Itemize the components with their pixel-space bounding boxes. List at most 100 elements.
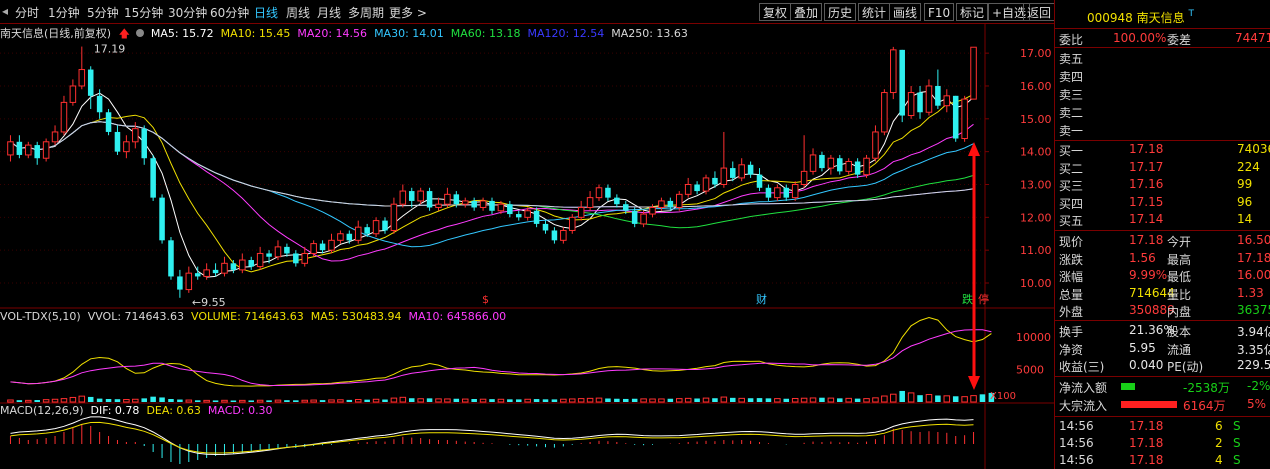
candle-body-0 bbox=[7, 141, 14, 156]
draw-line-button[interactable]: 画线 bbox=[889, 3, 922, 21]
flow-pct-0: -2% bbox=[1247, 379, 1270, 393]
candle-body-27 bbox=[248, 260, 254, 267]
tab-more[interactable]: 更多 > bbox=[389, 4, 427, 21]
volume-bar-80 bbox=[720, 396, 728, 403]
volume-bar-102 bbox=[917, 395, 923, 402]
tab-period-9[interactable]: 多周期 bbox=[348, 4, 384, 21]
quote-label-3a: 总量 bbox=[1059, 287, 1084, 302]
stat-label-1b: 流通 bbox=[1167, 342, 1192, 357]
volume-bar-85 bbox=[765, 398, 772, 402]
quote-value-0a: 17.18 bbox=[1129, 233, 1164, 247]
candle-body-59 bbox=[533, 210, 540, 224]
candle-body-46 bbox=[417, 190, 424, 202]
candle-body-55 bbox=[497, 203, 505, 212]
settings-dot-icon[interactable] bbox=[136, 29, 145, 37]
volume-bar-46 bbox=[417, 398, 424, 403]
quote-value-0b: 16.50 bbox=[1237, 233, 1270, 247]
volume-bar-87 bbox=[783, 398, 790, 402]
volume-bar-61 bbox=[551, 399, 558, 402]
tab-period-4[interactable]: 30分钟 bbox=[168, 4, 207, 21]
tab-period-3[interactable]: 15分钟 bbox=[124, 4, 163, 21]
stat-label-2a: 收益(三) bbox=[1059, 360, 1105, 374]
volume-bar-96 bbox=[863, 398, 870, 403]
fuquan-button[interactable]: 复权 bbox=[759, 3, 792, 21]
volume-bar-14 bbox=[132, 398, 139, 403]
event-marker-3: 停 bbox=[978, 292, 989, 306]
candle-body-44 bbox=[399, 190, 407, 205]
buy-level-label-2: 买三 bbox=[1059, 179, 1084, 193]
tab-period-1[interactable]: 1分钟 bbox=[48, 4, 80, 21]
candle-body-39 bbox=[354, 226, 362, 241]
stock-flag: T bbox=[1188, 9, 1194, 19]
tick-direction-1: S bbox=[1233, 436, 1241, 450]
candle-body-78 bbox=[702, 177, 710, 192]
candle-body-24 bbox=[221, 262, 228, 274]
volume-bar-10 bbox=[96, 398, 103, 402]
tab-period-2[interactable]: 5分钟 bbox=[87, 4, 119, 21]
tick-price-0: 17.18 bbox=[1129, 419, 1164, 433]
overlay-button[interactable]: 叠加 bbox=[790, 3, 823, 21]
stat-label-0b: 股本 bbox=[1167, 325, 1192, 339]
stock-name: 南天信息 bbox=[1136, 11, 1185, 25]
volume-bar-6 bbox=[60, 398, 68, 403]
candle-body-22 bbox=[203, 269, 210, 277]
tab-period-0[interactable]: 分时 bbox=[15, 4, 39, 21]
volume-bar-72 bbox=[649, 398, 656, 403]
flow-label-0: 净流入额 bbox=[1059, 381, 1108, 395]
tab-period-8[interactable]: 月线 bbox=[317, 4, 341, 21]
volume-bar-55 bbox=[497, 398, 505, 403]
candle-body-3 bbox=[34, 145, 40, 159]
candle-body-40 bbox=[364, 227, 370, 234]
volume-bar-44 bbox=[399, 396, 407, 403]
volume-legend: VOL-TDX(5,10) VVOL: 714643.63 VOLUME: 7146… bbox=[0, 310, 513, 324]
candle-body-6 bbox=[60, 101, 68, 133]
candle-body-12 bbox=[114, 131, 121, 152]
quote-label-2b: 最低 bbox=[1167, 270, 1192, 284]
tick-volume-0: 6 bbox=[1215, 419, 1223, 433]
history-button[interactable]: 历史 bbox=[824, 3, 857, 21]
candle-body-68 bbox=[614, 197, 620, 205]
candle-body-21 bbox=[194, 273, 201, 277]
vol-legend-item-3: MA5: 530483.94 bbox=[310, 310, 402, 323]
candle-body-91 bbox=[819, 154, 825, 169]
buy-level-volume-4: 14 bbox=[1237, 212, 1253, 226]
candle-body-5 bbox=[51, 131, 59, 143]
candle-body-28 bbox=[256, 252, 264, 268]
candle-body-92 bbox=[827, 157, 835, 169]
price-tick-label-3: 14.00 bbox=[1020, 146, 1052, 159]
tab-period-5[interactable]: 60分钟 bbox=[210, 4, 249, 21]
candle-body-82 bbox=[738, 164, 745, 179]
tick-time-1: 14:56 bbox=[1059, 436, 1094, 450]
stat-label-2b: PE(动) bbox=[1167, 360, 1204, 374]
quote-value-3b: 1.33 bbox=[1237, 285, 1264, 300]
stat-value-0b: 3.94亿 bbox=[1237, 325, 1270, 339]
volume-bar-91 bbox=[819, 397, 825, 402]
candle-body-107 bbox=[961, 98, 968, 140]
flow-value-0: -2538万 bbox=[1183, 381, 1230, 395]
stats-button[interactable]: 统计 bbox=[858, 3, 891, 21]
candle-body-9 bbox=[87, 69, 94, 96]
volume-bar-83 bbox=[747, 398, 754, 402]
kline-chart[interactable]: 17.00 16.00 15.00 14.00 13.00 12.00 11.00 10.00… bbox=[0, 24, 1054, 469]
f10-button[interactable]: F10 bbox=[924, 3, 955, 21]
mark-button[interactable]: 标记 bbox=[956, 3, 989, 21]
toolbar-left-arrow-icon[interactable]: ◂ bbox=[2, 4, 8, 18]
tab-period-daily[interactable]: 日线 bbox=[254, 4, 278, 21]
back-button[interactable]: 返回 bbox=[1023, 3, 1056, 21]
volume-bar-50 bbox=[453, 398, 460, 402]
candle-body-64 bbox=[577, 206, 585, 218]
candle-body-69 bbox=[622, 204, 629, 211]
volume-bar-38 bbox=[346, 399, 353, 402]
volume-bar-109 bbox=[979, 394, 986, 402]
candle-body-102 bbox=[917, 92, 923, 113]
volume-bar-30 bbox=[274, 399, 282, 403]
tick-direction-2: S bbox=[1233, 453, 1241, 467]
ma-legend-item-4: MA60: 13.18 bbox=[450, 27, 521, 40]
volume-bar-4 bbox=[42, 399, 50, 403]
tab-period-7[interactable]: 周线 bbox=[286, 4, 310, 21]
candle-body-18 bbox=[168, 240, 174, 277]
buy-level-label-1: 买二 bbox=[1059, 161, 1084, 176]
candle-body-30 bbox=[274, 246, 282, 258]
stat-value-1b: 3.35亿 bbox=[1237, 342, 1270, 357]
candle-body-63 bbox=[568, 216, 576, 231]
